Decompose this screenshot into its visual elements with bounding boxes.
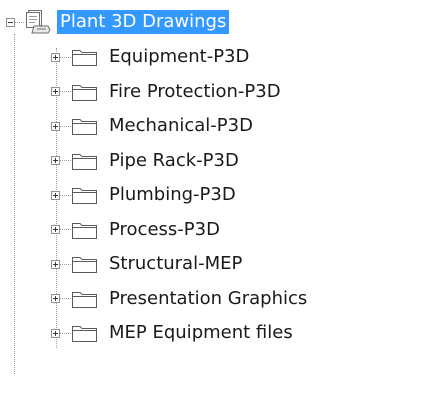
tree-connector (60, 56, 71, 58)
expand-toggle-icon[interactable] (51, 225, 60, 234)
tree-node-folder-label[interactable]: Plumbing-P3D (109, 184, 236, 206)
folder-icon (72, 326, 97, 342)
folder-icon (72, 153, 97, 170)
expand-toggle-icon[interactable] (51, 259, 60, 269)
collapse-toggle-icon[interactable] (6, 17, 15, 27)
tree-node-folder[interactable]: Pipe Rack-P3D (51, 146, 239, 176)
tree-connector (60, 298, 71, 299)
tree-node-folder[interactable]: Equipment-P3D (51, 42, 249, 72)
tree-node-folder-label[interactable]: Presentation Graphics (109, 288, 307, 310)
tree-node-folder[interactable]: Plumbing-P3D (51, 180, 236, 210)
folder-icon (72, 84, 97, 101)
tree-connector (15, 21, 24, 23)
tree-node-folder[interactable]: Fire Protection-P3D (51, 77, 281, 107)
expand-toggle-icon[interactable] (51, 121, 60, 131)
tree-node-folder[interactable]: Mechanical-P3D (51, 111, 253, 141)
tree-node-folder-label[interactable]: Structural-MEP (109, 253, 242, 275)
tree-node-folder-label[interactable]: Fire Protection-P3D (109, 81, 281, 103)
expand-toggle-icon[interactable] (51, 294, 60, 303)
tree-node-folder[interactable]: MEP Equipment files (51, 318, 293, 348)
tree-connector (60, 125, 71, 127)
folder-icon (72, 257, 97, 273)
tree-connector (60, 229, 71, 230)
tree-connector (60, 91, 71, 92)
folder-icon (72, 50, 97, 66)
tree-node-folder-label[interactable]: Process-P3D (109, 219, 220, 241)
tree-node-root-label[interactable]: Plant 3D Drawings (57, 10, 230, 34)
tree-node-folder[interactable]: Process-P3D (51, 215, 220, 245)
tree-node-folder-label[interactable]: MEP Equipment files (109, 322, 293, 344)
expand-toggle-icon[interactable] (51, 190, 60, 200)
folder-icon (72, 119, 97, 135)
expand-toggle-icon[interactable] (51, 87, 60, 96)
tree-node-folder-label[interactable]: Pipe Rack-P3D (109, 150, 239, 172)
folder-icon (72, 291, 97, 308)
folder-icon (72, 222, 97, 239)
tree-connector (60, 332, 71, 334)
tree-guide-line (14, 34, 15, 374)
tree-node-folder[interactable]: Presentation Graphics (51, 284, 307, 314)
tree-node-folder-label[interactable]: Mechanical-P3D (109, 115, 253, 137)
tree-node-folder[interactable]: Structural-MEP (51, 249, 242, 279)
expand-toggle-icon[interactable] (51, 52, 60, 62)
tree-connector (60, 194, 71, 196)
tree-connector (60, 263, 71, 265)
tree-node-folder-label[interactable]: Equipment-P3D (109, 46, 249, 68)
project-tree: Plant 3D Drawings Equipment-P3D Fire Prot… (0, 0, 431, 412)
expand-toggle-icon[interactable] (51, 156, 60, 165)
expand-toggle-icon[interactable] (51, 328, 60, 338)
tree-connector (60, 160, 71, 161)
folder-icon (72, 188, 97, 204)
drawing-set-icon (26, 10, 51, 34)
tree-node-root[interactable]: Plant 3D Drawings (6, 7, 230, 37)
